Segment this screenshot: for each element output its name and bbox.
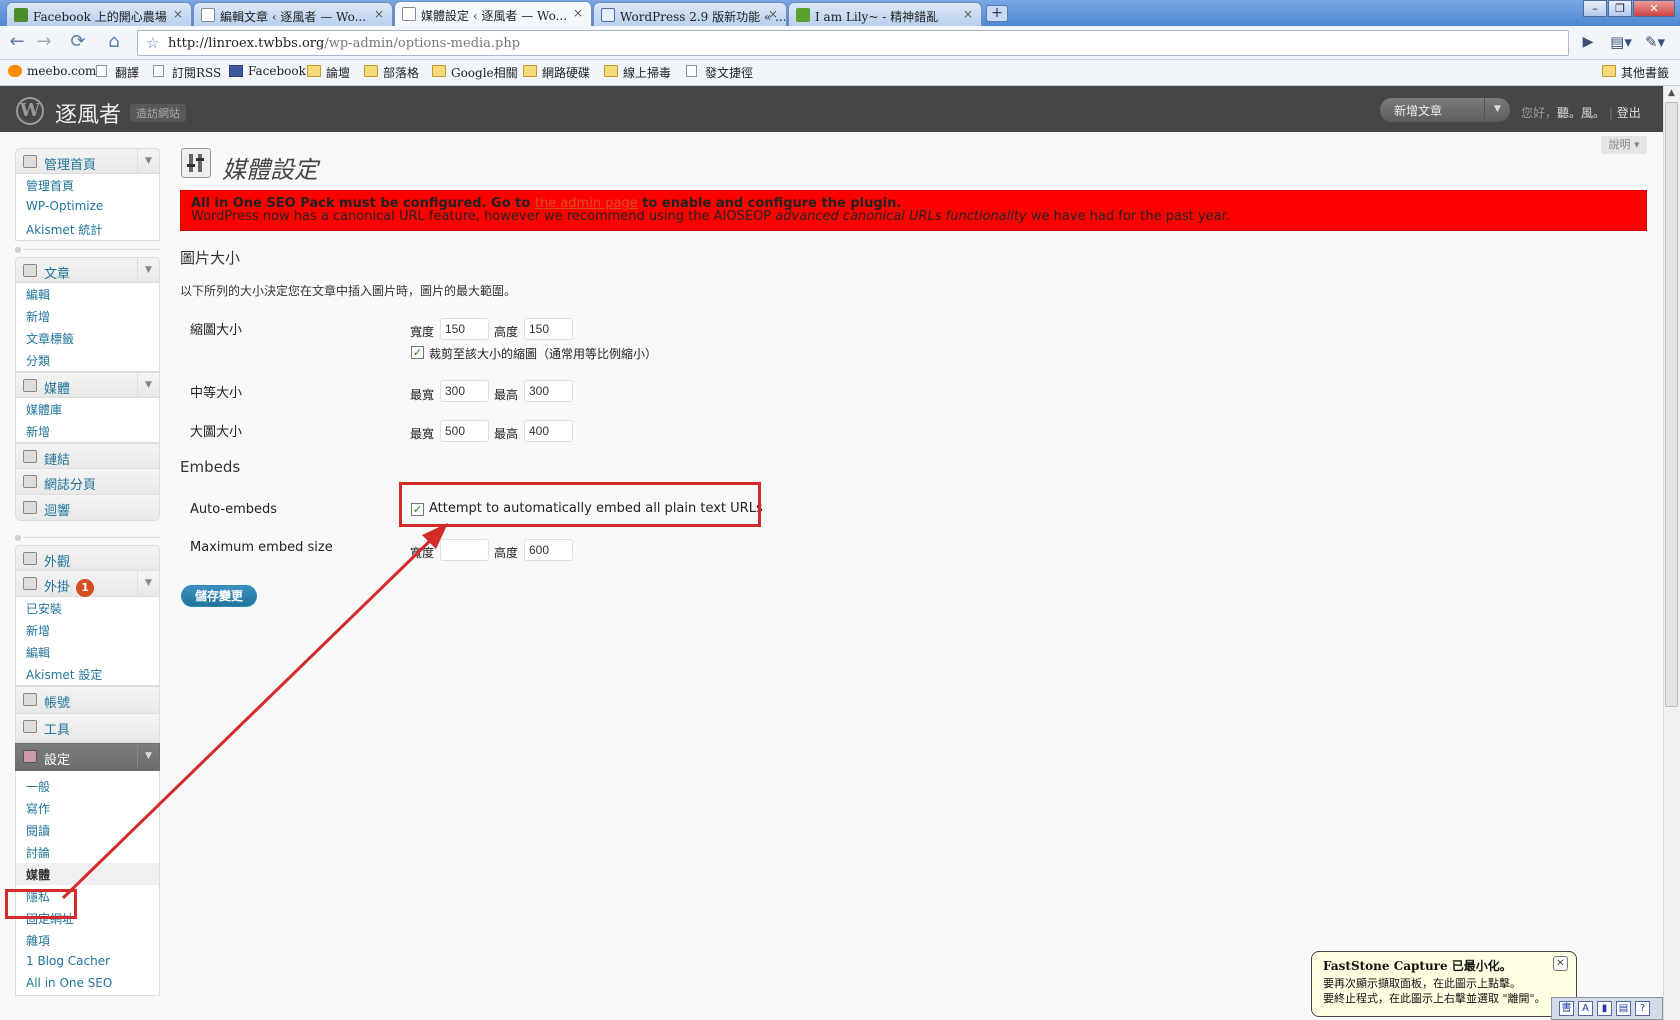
faststone-balloon: FastStone Capture 已最小化。 要再次顯示擷取面板，在此圖示上點… bbox=[1311, 951, 1577, 1017]
scroll-up-icon[interactable]: ▲ bbox=[1665, 88, 1678, 101]
ime-icon[interactable]: 書 bbox=[1559, 1001, 1574, 1016]
balloon-line: 要再次顯示擷取面板，在此圖示上點擊。 bbox=[1323, 977, 1521, 990]
capture-icon[interactable]: ▤ bbox=[1616, 1001, 1631, 1016]
ime-mode-icon[interactable]: A bbox=[1578, 1001, 1593, 1016]
balloon-line: 要終止程式，在此圖示上右擊並選取 "離開"。 bbox=[1323, 992, 1546, 1005]
balloon-title: FastStone Capture 已最小化。 bbox=[1323, 959, 1512, 973]
scrollbar-thumb[interactable] bbox=[1665, 102, 1678, 707]
help-icon[interactable]: ? bbox=[1635, 1001, 1650, 1016]
window-icon[interactable]: ▮ bbox=[1597, 1001, 1612, 1016]
close-icon[interactable]: ✕ bbox=[1553, 956, 1568, 971]
annotation-arrow bbox=[61, 523, 448, 900]
system-tray: 書 A ▮ ▤ ? bbox=[1551, 997, 1663, 1020]
